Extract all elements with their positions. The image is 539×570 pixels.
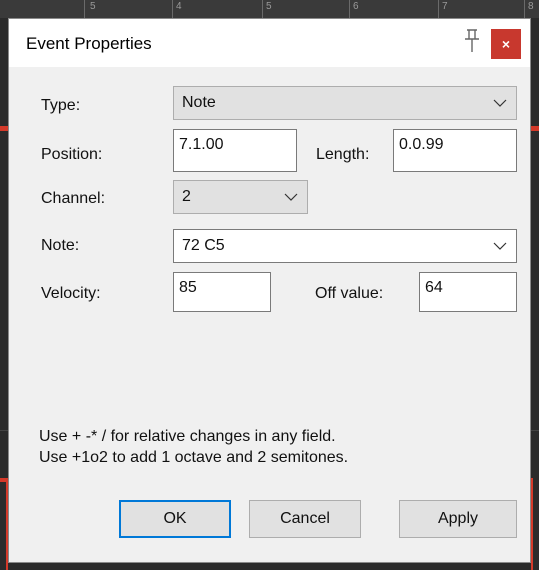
channel-select[interactable]: 2 (173, 180, 308, 214)
ruler-label: 5 (90, 1, 96, 12)
off-value-input[interactable]: 64 (419, 272, 517, 312)
type-label: Type: (41, 97, 81, 114)
channel-label: Channel: (41, 190, 106, 207)
event-properties-dialog: Event Properties × Type: Note Position: … (8, 18, 531, 563)
length-input[interactable]: 0.0.99 (393, 129, 517, 172)
ruler-label: 5 (266, 1, 272, 12)
close-button[interactable]: × (491, 29, 521, 59)
note-event-marker (0, 126, 8, 131)
ruler-tick (438, 0, 439, 18)
timeline-ruler: 5 4 5 6 7 8 (0, 0, 539, 18)
note-label: Note: (41, 237, 80, 254)
dialog-titlebar[interactable]: Event Properties × (9, 19, 530, 67)
ok-button[interactable]: OK (119, 500, 231, 538)
channel-value: 2 (182, 188, 191, 205)
chevron-down-icon (493, 99, 507, 107)
dialog-title: Event Properties (26, 34, 152, 53)
hint-relative-changes: Use + -* / for relative changes in any f… (39, 428, 336, 445)
note-select[interactable]: 72 C5 (173, 229, 517, 263)
position-label: Position: (41, 146, 103, 163)
type-select[interactable]: Note (173, 86, 517, 120)
velocity-label: Velocity: (41, 285, 101, 302)
pin-icon[interactable] (461, 28, 483, 54)
note-value: 72 C5 (182, 237, 225, 254)
ruler-label: 4 (176, 1, 182, 12)
hint-octave-semitones: Use +1o2 to add 1 octave and 2 semitones… (39, 449, 349, 466)
close-icon: × (501, 36, 511, 52)
ruler-tick (84, 0, 85, 18)
velocity-input[interactable]: 85 (173, 272, 271, 312)
velocity-stem (531, 478, 533, 570)
ruler-tick (172, 0, 173, 18)
ruler-label: 6 (353, 1, 359, 12)
length-label: Length: (316, 146, 370, 163)
ruler-label: 7 (442, 1, 448, 12)
position-input[interactable]: 7.1.00 (173, 129, 297, 172)
note-event-marker (531, 126, 539, 131)
chevron-down-icon (493, 242, 507, 250)
apply-button[interactable]: Apply (399, 500, 517, 538)
ruler-label: 8 (528, 1, 534, 12)
chevron-down-icon (284, 193, 298, 201)
ruler-tick (262, 0, 263, 18)
cancel-button[interactable]: Cancel (249, 500, 361, 538)
type-value: Note (182, 94, 216, 111)
off-value-label: Off value: (315, 285, 384, 302)
ruler-tick (349, 0, 350, 18)
ruler-tick (524, 0, 525, 18)
